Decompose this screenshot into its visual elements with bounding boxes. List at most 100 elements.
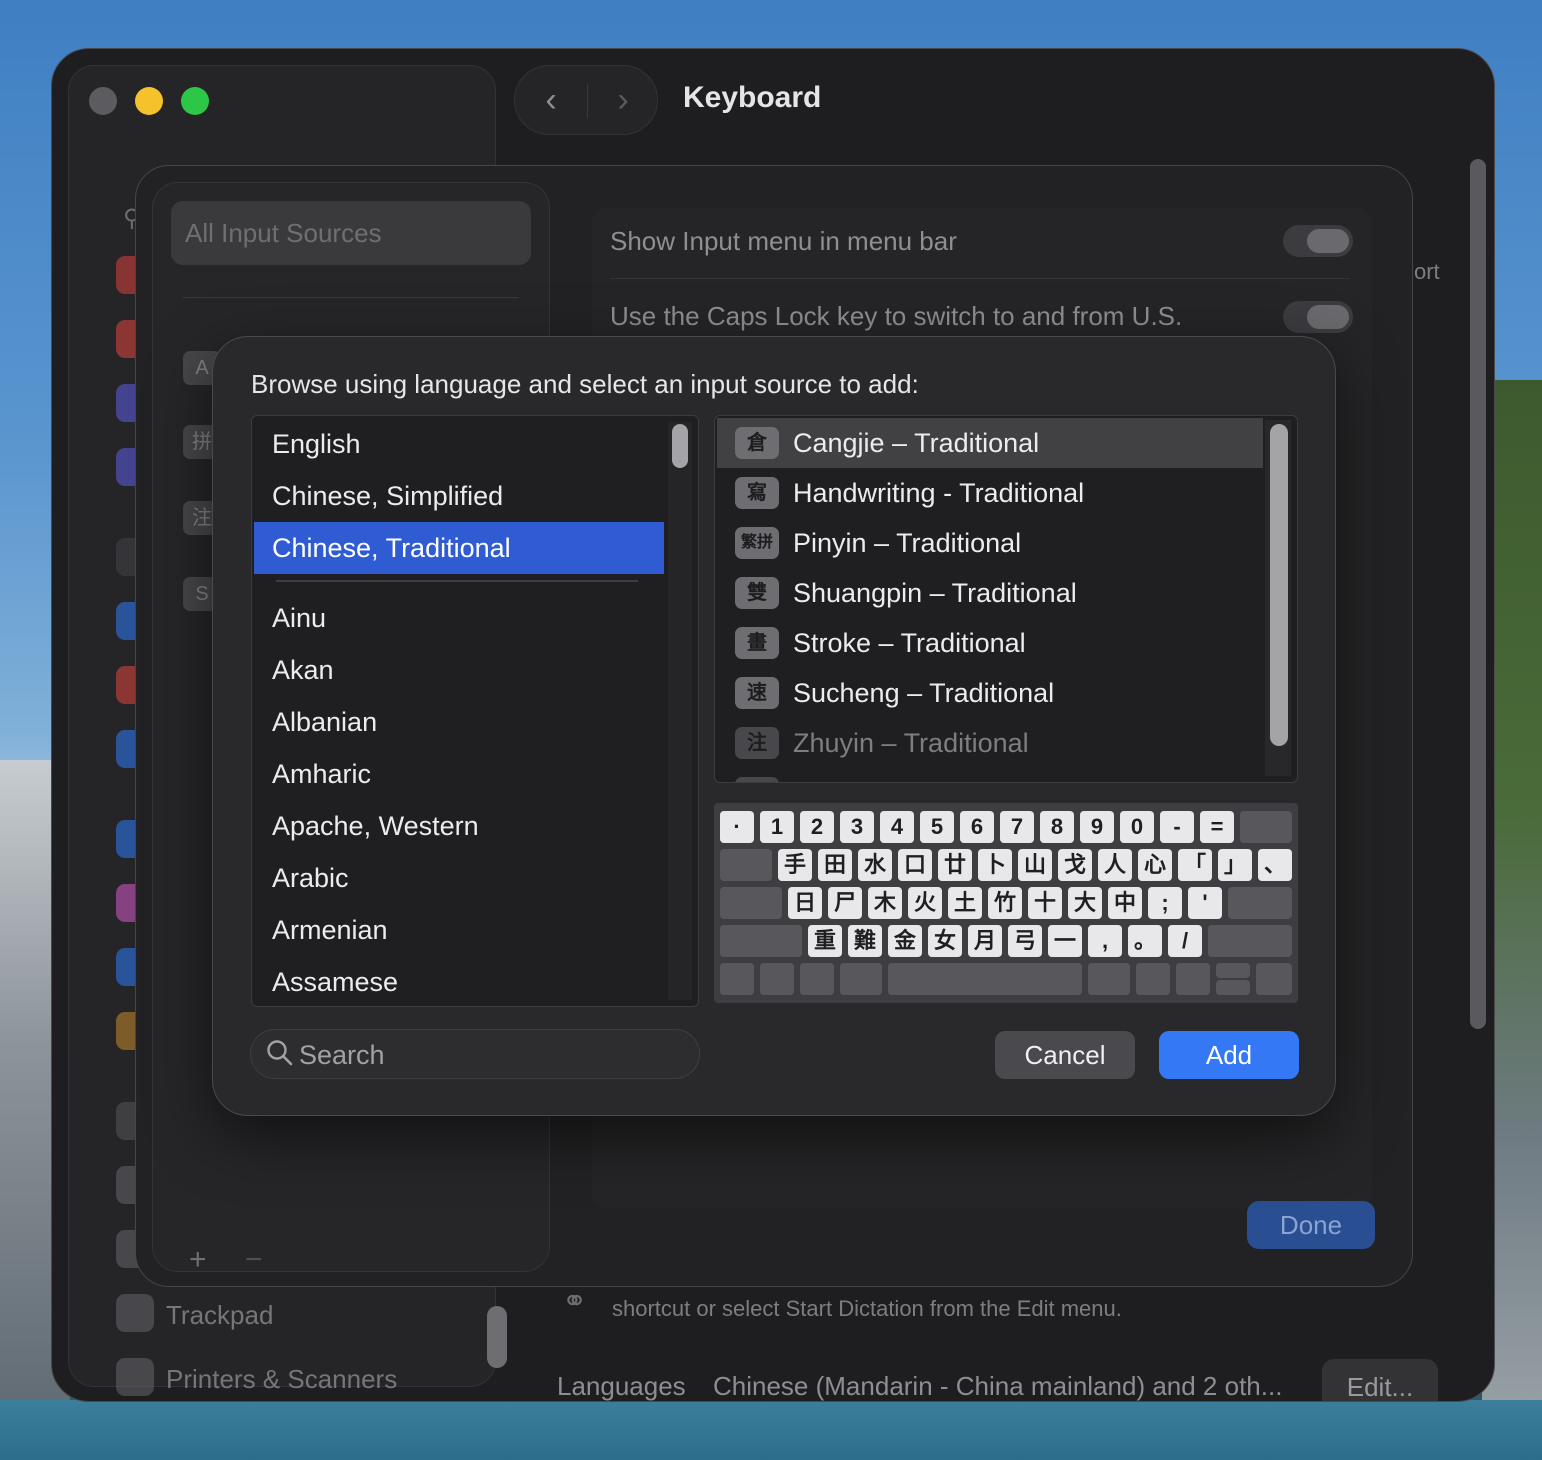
keyboard-key: 」 <box>1218 849 1252 881</box>
forward-arrow-icon[interactable]: › <box>603 80 643 120</box>
sidebar-item-trackpad[interactable]: Trackpad <box>166 1300 273 1331</box>
keyboard-key: 6 <box>960 811 994 843</box>
content-scrollbar[interactable] <box>1470 159 1486 1029</box>
search-icon <box>267 1040 293 1066</box>
search-input[interactable] <box>299 1036 679 1074</box>
keyboard-key: 尸 <box>828 887 862 919</box>
keyboard-key: 8 <box>1040 811 1074 843</box>
cancel-button[interactable]: Cancel <box>995 1031 1135 1079</box>
keyboard-key: 火 <box>908 887 942 919</box>
keyboard-preview: · 1 2 3 4 5 6 7 8 9 0 - = 手 田 水 口 廿 卜 山 … <box>714 803 1298 1003</box>
source-item-pinyin[interactable]: 繁拼 Pinyin – Traditional <box>717 518 1263 568</box>
keyboard-key: 中 <box>1108 887 1142 919</box>
keyboard-key: ' <box>1188 887 1222 919</box>
dictation-hint: shortcut or select Start Dictation from … <box>612 1296 1122 1321</box>
source-item-shuangpin[interactable]: 雙 Shuangpin – Traditional <box>717 568 1263 618</box>
keyboard-key: 手 <box>778 849 812 881</box>
keyboard-key-tab <box>720 849 772 881</box>
trackpad-icon[interactable] <box>116 1294 154 1332</box>
keyboard-key: / <box>1168 925 1202 957</box>
source-item-zhuyin[interactable]: 注 Zhuyin – Traditional <box>717 718 1263 768</box>
language-item-chinese-traditional[interactable]: Chinese, Traditional <box>254 522 664 574</box>
source-label: Zhuyin – Traditional <box>793 728 1029 758</box>
source-item-handwriting[interactable]: 寫 Handwriting - Traditional <box>717 468 1263 518</box>
keyboard-key: 水 <box>858 849 892 881</box>
source-label: Cangjie – Traditional <box>793 428 1040 458</box>
language-list-scrollbar[interactable] <box>672 424 688 468</box>
language-item-english[interactable]: English <box>254 418 664 470</box>
language-item-ainu[interactable]: Ainu <box>254 592 664 644</box>
keyboard-key: 重 <box>808 925 842 957</box>
keyboard-key: 、 <box>1258 849 1292 881</box>
source-item-sucheng[interactable]: 速 Sucheng – Traditional <box>717 668 1263 718</box>
keyboard-key-option-right <box>1136 963 1170 995</box>
language-item-amharic[interactable]: Amharic <box>254 748 664 800</box>
source-list-scrollbar[interactable] <box>1270 424 1288 746</box>
keyboard-key: 月 <box>968 925 1002 957</box>
done-button[interactable]: Done <box>1247 1201 1375 1249</box>
keyboard-key-fn <box>720 963 754 995</box>
remove-source-button[interactable]: − <box>245 1243 263 1277</box>
printer-icon[interactable] <box>116 1358 154 1396</box>
all-input-sources-item[interactable]: All Input Sources <box>171 201 531 265</box>
caps-lock-switch-toggle[interactable] <box>1283 301 1353 333</box>
source-label: Pinyin – Traditional <box>793 528 1022 558</box>
nav-divider <box>587 84 588 118</box>
language-item-arabic[interactable]: Arabic <box>254 852 664 904</box>
back-arrow-icon[interactable]: ‹ <box>531 80 571 120</box>
keyboard-key: 木 <box>868 887 902 919</box>
background-text-fragment: ort <box>1414 259 1440 284</box>
add-source-button[interactable]: + <box>189 1243 207 1277</box>
show-input-menu-label: Show Input menu in menu bar <box>610 226 957 256</box>
keyboard-key: 1 <box>760 811 794 843</box>
input-source-list: 倉 Cangjie – Traditional 寫 Handwriting - … <box>714 415 1298 783</box>
keyboard-key: 土 <box>948 887 982 919</box>
sidebar-item-printers[interactable]: Printers & Scanners <box>166 1364 397 1395</box>
keyboard-key: ; <box>1148 887 1182 919</box>
keyboard-key: 2 <box>800 811 834 843</box>
keyboard-key: 戈 <box>1058 849 1092 881</box>
keyboard-key: 0 <box>1120 811 1154 843</box>
minimize-button[interactable] <box>135 87 163 115</box>
language-item-albanian[interactable]: Albanian <box>254 696 664 748</box>
source-item-stroke[interactable]: 畫 Stroke – Traditional <box>717 618 1263 668</box>
source-item-partial[interactable] <box>717 768 1263 782</box>
keyboard-key: 9 <box>1080 811 1114 843</box>
keyboard-key: 卜 <box>978 849 1012 881</box>
language-list-divider <box>276 580 638 582</box>
language-list-scroll-track[interactable] <box>668 422 692 1000</box>
keyboard-key-control <box>760 963 794 995</box>
maximize-button[interactable] <box>181 87 209 115</box>
language-list: English Chinese, Simplified Chinese, Tra… <box>251 415 699 1007</box>
keyboard-key-arrow-left <box>1176 963 1210 995</box>
sheet-row-divider <box>610 278 1350 279</box>
keyboard-key: 弓 <box>1008 925 1042 957</box>
language-item-akan[interactable]: Akan <box>254 644 664 696</box>
keyboard-key-command-right <box>1088 963 1130 995</box>
keyboard-key: 4 <box>880 811 914 843</box>
language-item-chinese-simplified[interactable]: Chinese, Simplified <box>254 470 664 522</box>
keyboard-key: 女 <box>928 925 962 957</box>
keyboard-key: 金 <box>888 925 922 957</box>
language-item-armenian[interactable]: Armenian <box>254 904 664 956</box>
keyboard-key-return <box>1228 887 1292 919</box>
sidebar-scrollbar[interactable] <box>487 1306 507 1368</box>
add-button[interactable]: Add <box>1159 1031 1299 1079</box>
keyboard-key-command <box>840 963 882 995</box>
source-label: Handwriting - Traditional <box>793 478 1085 508</box>
keyboard-key: 5 <box>920 811 954 843</box>
show-input-menu-toggle[interactable] <box>1283 225 1353 257</box>
edit-languages-button[interactable]: Edit... <box>1322 1359 1438 1401</box>
pinyin-icon: 繁拼 <box>735 527 779 559</box>
keyboard-key-shift-left <box>720 925 802 957</box>
keyboard-key: - <box>1160 811 1194 843</box>
sidebar-divider <box>183 297 519 298</box>
source-item-cangjie[interactable]: 倉 Cangjie – Traditional <box>717 418 1263 468</box>
nav-button-group: ‹ › <box>514 65 658 135</box>
keyboard-key: 難 <box>848 925 882 957</box>
search-field <box>250 1029 700 1079</box>
language-item-assamese[interactable]: Assamese <box>254 956 664 1006</box>
zhuyin-icon: 注 <box>735 727 779 759</box>
close-button[interactable] <box>89 87 117 115</box>
language-item-apache-western[interactable]: Apache, Western <box>254 800 664 852</box>
